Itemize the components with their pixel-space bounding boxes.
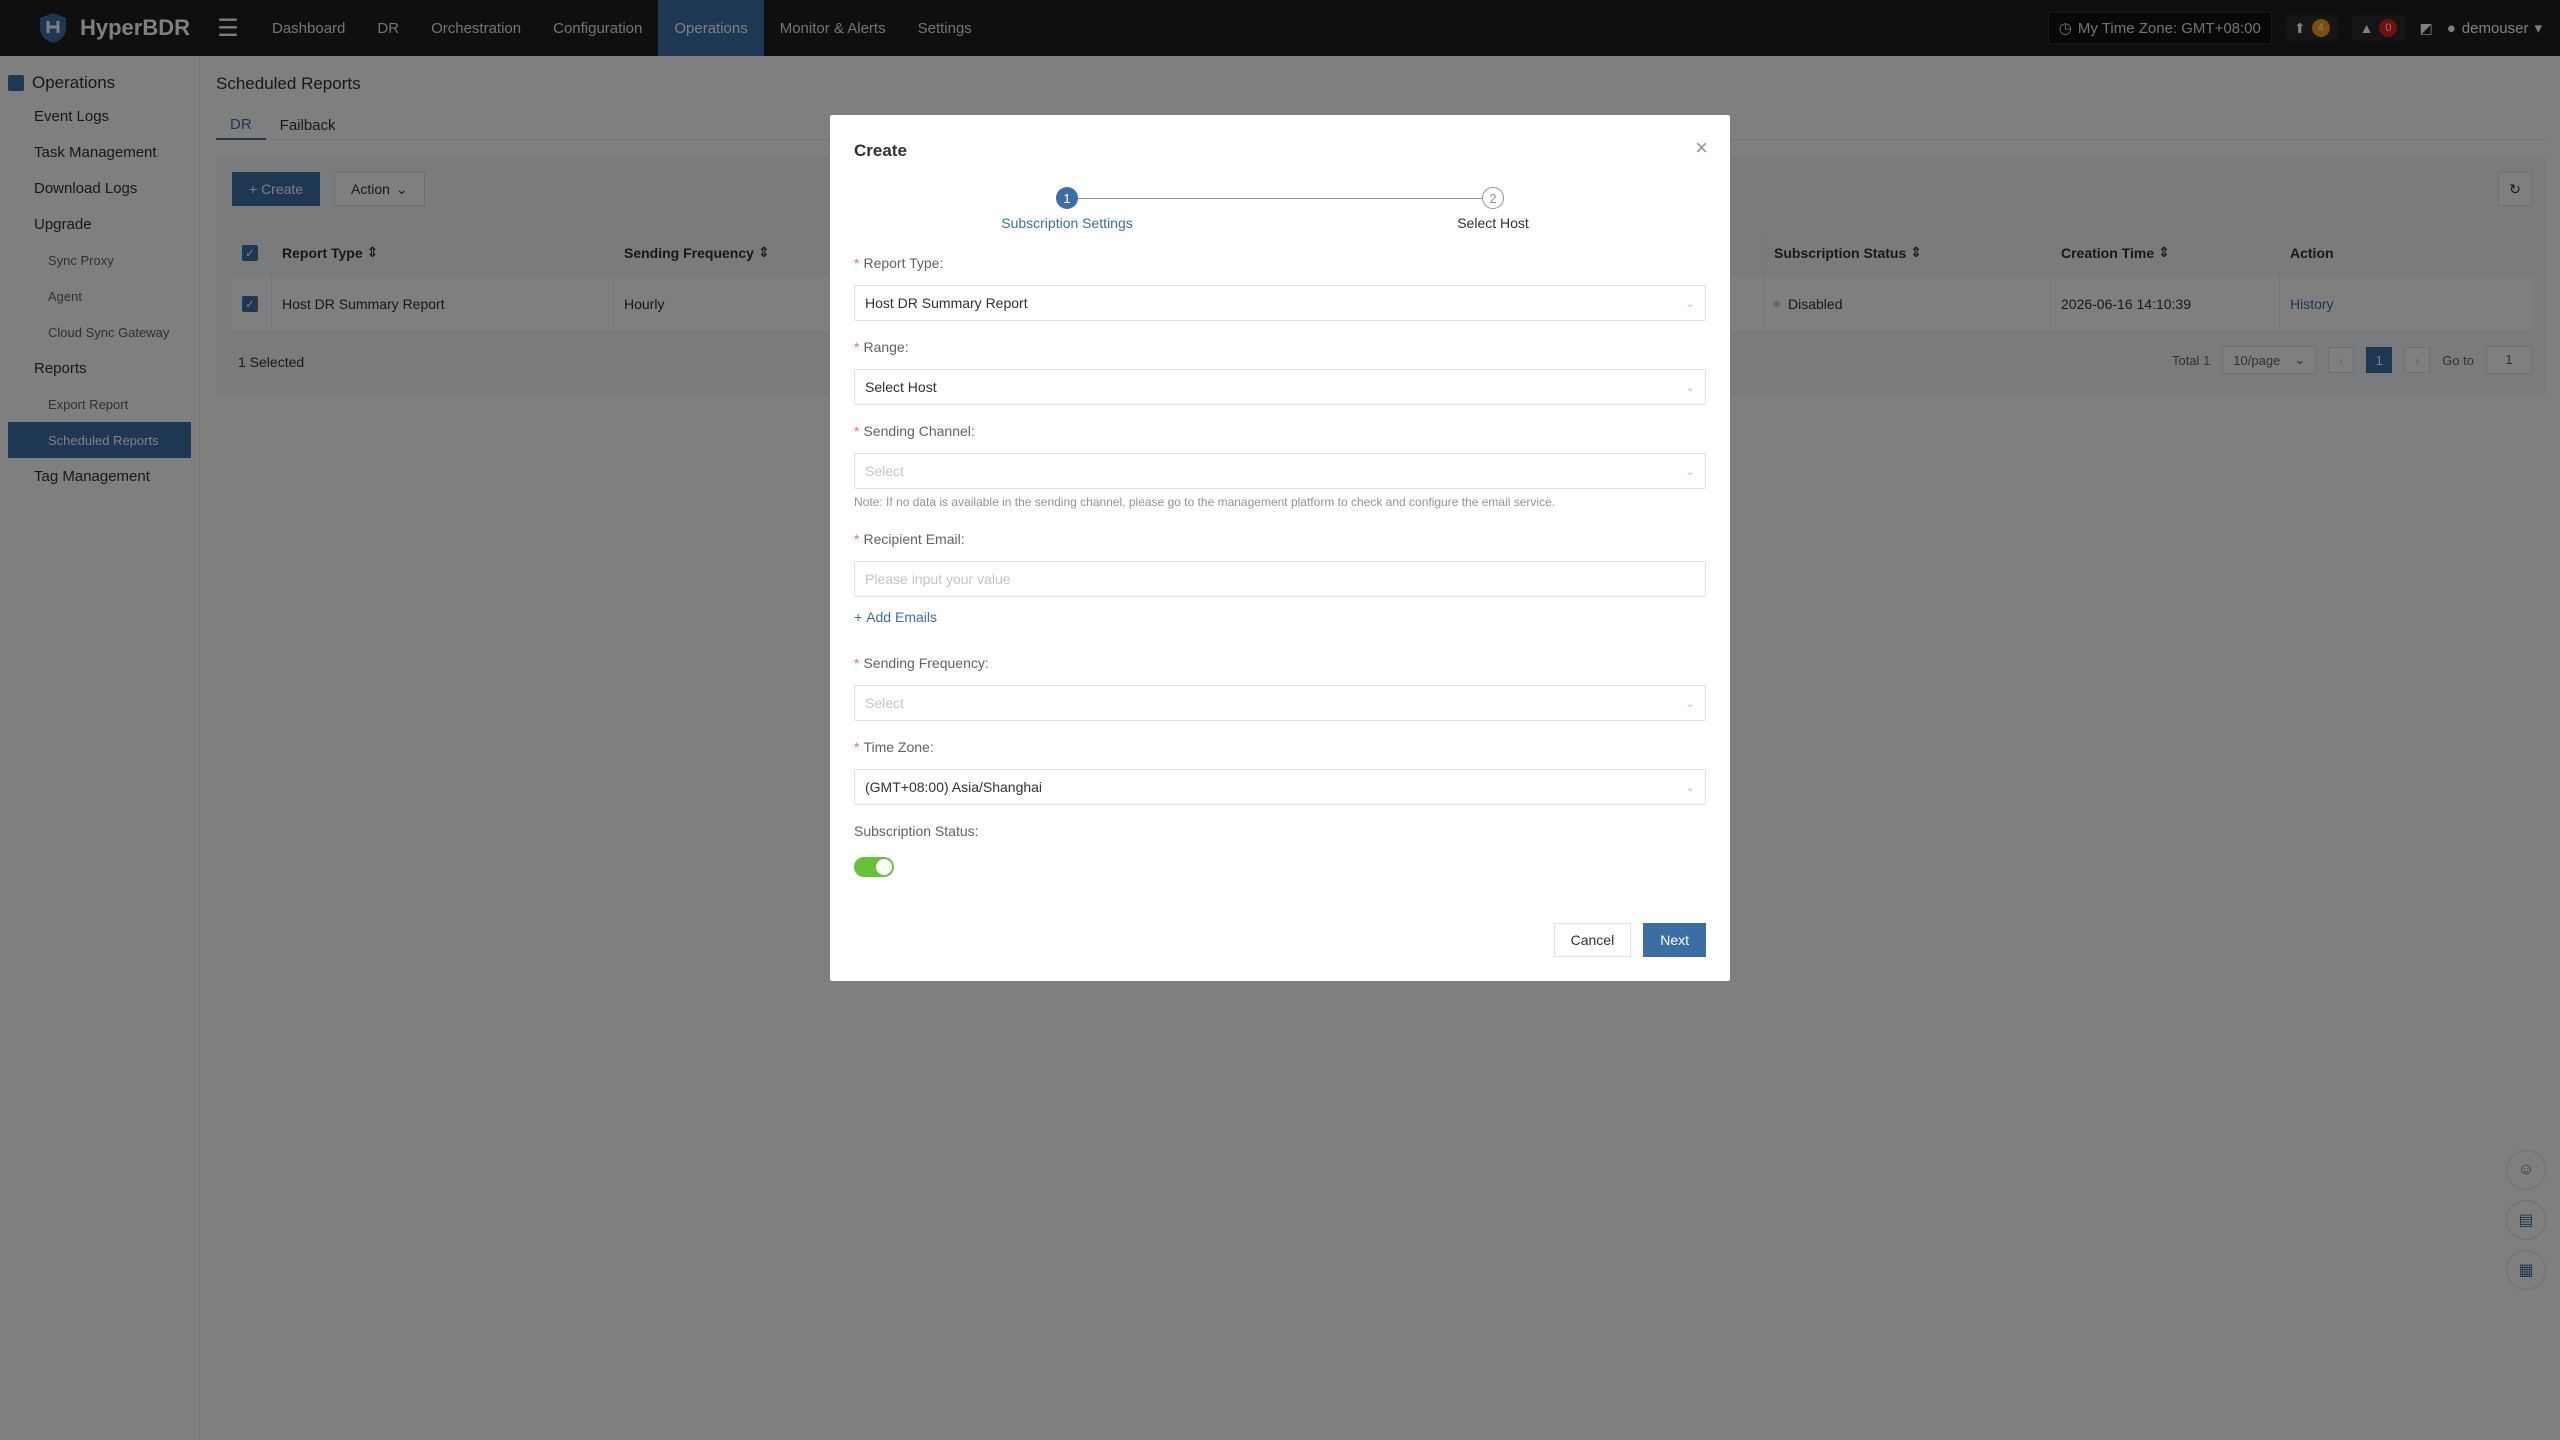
next-button[interactable]: Next bbox=[1643, 923, 1706, 957]
time-zone-label-text: Time Zone: bbox=[863, 739, 934, 755]
create-dialog: Create × 1 Subscription Settings 2 Selec… bbox=[830, 115, 1730, 981]
report-type-label: * Report Type: bbox=[854, 255, 944, 271]
chevron-down-icon: ⌄ bbox=[1684, 696, 1695, 710]
step-2-number: 2 bbox=[1482, 187, 1504, 209]
sending-frequency-select[interactable]: Select ⌄ bbox=[854, 685, 1706, 721]
close-icon[interactable]: × bbox=[1695, 135, 1708, 161]
sending-frequency-placeholder: Select bbox=[865, 695, 904, 711]
subscription-status-toggle[interactable] bbox=[854, 857, 894, 877]
plus-icon: + bbox=[854, 609, 863, 625]
stepper: 1 Subscription Settings 2 Select Host bbox=[830, 187, 1730, 247]
dialog-footer: Cancel Next bbox=[1553, 923, 1706, 957]
sending-frequency-group: * Sending Frequency: Select ⌄ bbox=[854, 655, 1706, 721]
report-type-select[interactable]: Host DR Summary Report ⌄ bbox=[854, 285, 1706, 321]
subscription-status-label: Subscription Status: bbox=[854, 823, 979, 839]
range-group: * Range: Select Host ⌄ bbox=[854, 339, 1706, 405]
step-select-host: 2 Select Host bbox=[1393, 187, 1593, 231]
sending-channel-label: * Sending Channel: bbox=[854, 423, 975, 439]
range-select[interactable]: Select Host ⌄ bbox=[854, 369, 1706, 405]
recipient-email-group: * Recipient Email: Please input your valu… bbox=[854, 531, 1706, 597]
sending-frequency-label: * Sending Frequency: bbox=[854, 655, 989, 671]
sending-channel-note: Note: If no data is available in the sen… bbox=[854, 495, 1556, 509]
cancel-button[interactable]: Cancel bbox=[1553, 923, 1632, 957]
time-zone-value: (GMT+08:00) Asia/Shanghai bbox=[865, 779, 1043, 795]
recipient-email-input[interactable]: Please input your value bbox=[854, 561, 1706, 597]
range-label-text: Range: bbox=[863, 339, 909, 355]
time-zone-label: * Time Zone: bbox=[854, 739, 934, 755]
chevron-down-icon: ⌄ bbox=[1684, 464, 1695, 478]
dialog-title: Create bbox=[854, 141, 907, 160]
subscription-status-group: Subscription Status: bbox=[854, 823, 1706, 877]
range-value: Select Host bbox=[865, 379, 937, 395]
chevron-down-icon: ⌄ bbox=[1684, 380, 1695, 394]
add-emails-group: + Add Emails bbox=[854, 609, 1706, 625]
add-emails-text: Add Emails bbox=[866, 609, 937, 625]
recipient-email-label-text: Recipient Email: bbox=[863, 531, 965, 547]
range-label: * Range: bbox=[854, 339, 909, 355]
sending-frequency-label-text: Sending Frequency: bbox=[863, 655, 989, 671]
time-zone-group: * Time Zone: (GMT+08:00) Asia/Shanghai ⌄ bbox=[854, 739, 1706, 805]
recipient-email-label: * Recipient Email: bbox=[854, 531, 965, 547]
add-emails-link[interactable]: + Add Emails bbox=[854, 609, 937, 625]
chevron-down-icon: ⌄ bbox=[1684, 780, 1695, 794]
step-1-number: 1 bbox=[1056, 187, 1078, 209]
step-1-label: Subscription Settings bbox=[1001, 215, 1133, 231]
step-2-label: Select Host bbox=[1457, 215, 1529, 231]
sending-channel-group: * Sending Channel: Select ⌄ Note: If no da… bbox=[854, 423, 1706, 509]
time-zone-select[interactable]: (GMT+08:00) Asia/Shanghai ⌄ bbox=[854, 769, 1706, 805]
sending-channel-placeholder: Select bbox=[865, 463, 904, 479]
sending-channel-label-text: Sending Channel: bbox=[863, 423, 975, 439]
step-subscription-settings: 1 Subscription Settings bbox=[967, 187, 1167, 231]
sending-channel-select[interactable]: Select ⌄ bbox=[854, 453, 1706, 489]
chevron-down-icon: ⌄ bbox=[1684, 296, 1695, 310]
report-type-group: * Report Type: Host DR Summary Report ⌄ bbox=[854, 255, 1706, 321]
report-type-label-text: Report Type: bbox=[863, 255, 944, 271]
report-type-value: Host DR Summary Report bbox=[865, 295, 1028, 311]
